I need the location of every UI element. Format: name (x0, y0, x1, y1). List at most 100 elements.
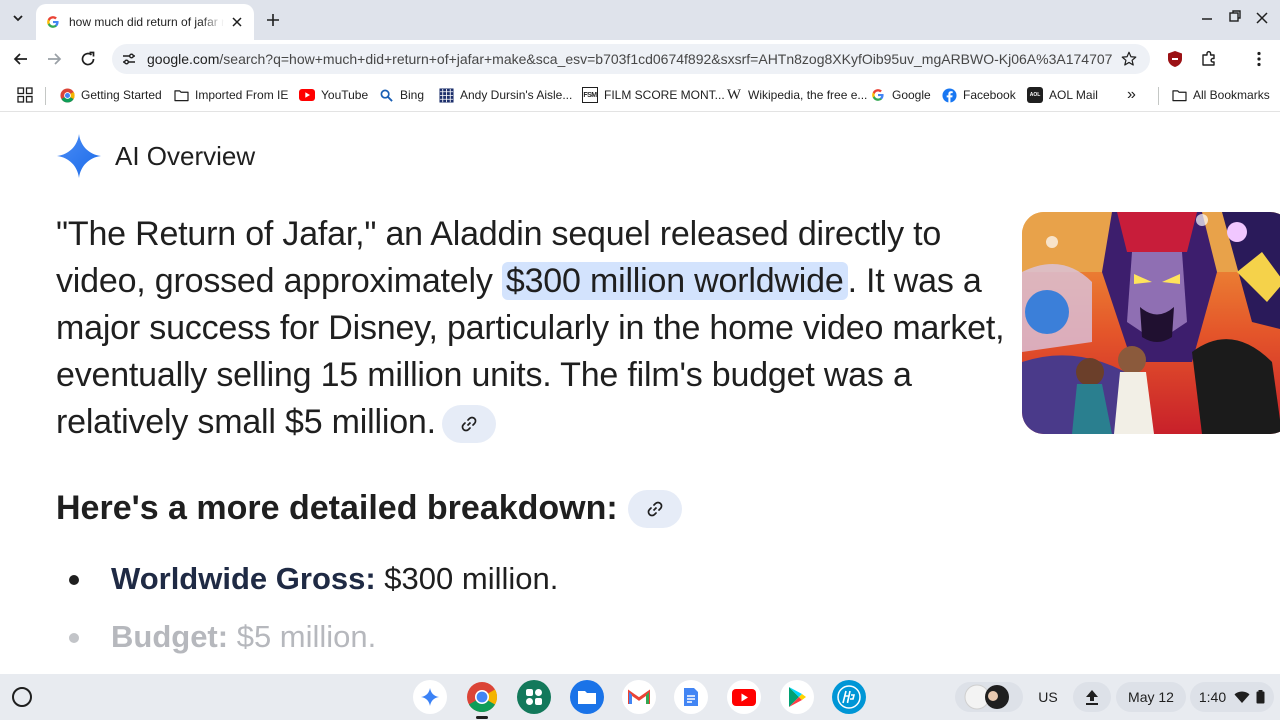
bookmark-google[interactable]: Google (870, 86, 931, 104)
url-domain: google.com (147, 51, 220, 67)
bookmark-aol-mail[interactable]: AOL AOL Mail (1027, 86, 1098, 104)
jafar-poster-image (1022, 212, 1280, 434)
list-item: Budget: $5 million. (56, 611, 956, 669)
movie-poster-thumbnail[interactable] (1022, 212, 1280, 434)
status-tray[interactable]: 1:40 (1190, 682, 1274, 712)
address-bar[interactable]: google.com/search?q=how+much+did+return+… (112, 44, 1150, 74)
bookmark-label: FILM SCORE MONT... (604, 88, 725, 102)
link-icon (647, 501, 663, 516)
gemini-sparkle-icon (57, 134, 101, 178)
list-item-label: Budget: (111, 619, 229, 654)
chevron-down-icon (13, 15, 23, 22)
list-item: Worldwide Gross: $300 million. (56, 553, 956, 611)
ai-overview-title: AI Overview (115, 141, 256, 171)
bookmark-bing[interactable]: Bing (378, 86, 424, 104)
more-vert-icon[interactable] (1250, 50, 1268, 68)
apps-grid-icon[interactable] (17, 87, 33, 103)
youtube-icon (299, 87, 315, 103)
keyboard-locale-indicator[interactable]: US (1030, 682, 1066, 712)
chrome-icon (59, 87, 75, 103)
fsm-icon: FSM (582, 87, 598, 103)
browser-toolbar: google.com/search?q=how+much+did+return+… (0, 40, 1280, 78)
bookmark-getting-started[interactable]: Getting Started (59, 86, 162, 104)
active-tab[interactable]: how much did return of jafar make - Goog… (36, 4, 254, 40)
upload-arrow-icon (1086, 690, 1098, 705)
recent-files-thumbnail-icon (964, 684, 1009, 710)
chrome-running-indicator (476, 716, 488, 719)
bookmark-label: Andy Dursin's Aisle... (460, 88, 573, 102)
url-path: /search?q=how+much+did+return+of+jafar+m… (219, 51, 1113, 67)
files-app-icon[interactable] (570, 680, 604, 714)
ublock-shield-icon[interactable] (1166, 50, 1184, 68)
bookmark-label: Bing (400, 88, 425, 102)
system-shelf: US May 12 1:40 (0, 674, 1280, 720)
tab-strip: how much did return of jafar make - Goog… (0, 0, 1280, 40)
bookmarks-overflow-chevron-icon[interactable]: » (1127, 86, 1136, 104)
battery-icon (1256, 690, 1265, 704)
url-text: google.com/search?q=how+much+did+return+… (147, 51, 1113, 67)
bookmark-youtube[interactable]: YouTube (299, 86, 368, 104)
bookmark-label: Wikipedia, the free e... (748, 88, 868, 102)
search-results-page: AI Overview "The Return of Jafar," an Al… (0, 113, 1280, 673)
ai-overview-summary: "The Return of Jafar," an Aladdin sequel… (56, 211, 1006, 446)
new-tab-plus-icon[interactable] (263, 10, 283, 30)
restore-icon[interactable] (1227, 8, 1243, 24)
date-tray[interactable]: May 12 (1116, 682, 1186, 712)
forward-arrow-icon[interactable] (44, 49, 64, 69)
google-icon (870, 87, 886, 103)
list-item-label: Worldwide Gross: (111, 561, 376, 596)
close-icon[interactable] (230, 15, 244, 29)
launcher-circle-icon[interactable] (12, 687, 32, 707)
youtube-app-icon[interactable] (727, 680, 761, 714)
close-window-icon[interactable] (1254, 10, 1270, 26)
all-bookmarks-button[interactable]: All Bookmarks (1171, 86, 1270, 104)
bookmark-label: AOL Mail (1049, 88, 1098, 102)
play-store-app-icon[interactable] (780, 680, 814, 714)
bookmark-wikipedia[interactable]: W Wikipedia, the free e... (726, 86, 867, 104)
list-item-value: $5 million. (228, 619, 377, 654)
google-icon (47, 16, 59, 28)
bookmarks-bar: Getting Started Imported From IE YouTube… (0, 78, 1280, 112)
play-games-app-icon[interactable] (517, 680, 551, 714)
gemini-app-icon[interactable] (413, 680, 447, 714)
bing-search-icon (378, 87, 394, 103)
bookmark-facebook[interactable]: Facebook (941, 86, 1016, 104)
tab-title: how much did return of jafar make - Goog… (69, 15, 224, 29)
reload-icon[interactable] (78, 49, 98, 69)
bookmark-label: Facebook (963, 88, 1016, 102)
docs-app-icon[interactable] (674, 680, 708, 714)
breakdown-list: Worldwide Gross: $300 million. Budget: $… (56, 553, 956, 669)
bookmark-label: YouTube (321, 88, 369, 102)
all-bookmarks-label: All Bookmarks (1193, 88, 1270, 102)
bookmark-star-icon[interactable] (1120, 50, 1138, 68)
grid-site-icon (438, 87, 454, 103)
hp-app-icon[interactable] (832, 680, 866, 714)
gmail-app-icon[interactable] (622, 680, 656, 714)
site-settings-icon[interactable] (121, 51, 137, 67)
summary-highlight[interactable]: $300 million worldwide (501, 262, 848, 300)
facebook-icon (941, 87, 957, 103)
breakdown-heading: Here's a more detailed breakdown: (56, 489, 682, 528)
bookmark-film-score-monthly[interactable]: FSM FILM SCORE MONT... (582, 86, 725, 104)
source-link-button[interactable] (441, 405, 496, 444)
aol-icon: AOL (1027, 87, 1043, 103)
clock-time: 1:40 (1198, 689, 1227, 705)
wifi-icon (1234, 691, 1250, 703)
bookmark-andy-dursin[interactable]: Andy Dursin's Aisle... (438, 86, 572, 104)
minimize-icon[interactable] (1199, 10, 1215, 26)
upload-status-button[interactable] (1073, 682, 1111, 712)
bookmark-label: Google (892, 88, 931, 102)
tab-search-menu-button[interactable] (6, 6, 30, 30)
holding-space-thumbnails[interactable] (955, 682, 1023, 712)
extensions-puzzle-icon[interactable] (1200, 50, 1218, 68)
folder-icon (1171, 87, 1187, 103)
bookmark-imported-from-ie[interactable]: Imported From IE (173, 86, 288, 104)
breakdown-link-button[interactable] (627, 489, 682, 528)
back-arrow-icon[interactable] (11, 49, 31, 69)
folder-icon (173, 87, 189, 103)
bookmarks-divider (1158, 87, 1159, 105)
breakdown-heading-text: Here's a more detailed breakdown: (56, 489, 618, 527)
link-icon (461, 416, 477, 432)
list-item-value: $300 million. (375, 561, 559, 596)
chrome-app-icon[interactable] (465, 680, 499, 714)
